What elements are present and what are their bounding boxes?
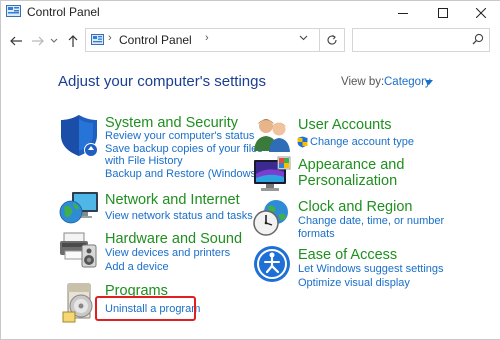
hardware-and-sound-link[interactable]: Hardware and Sound — [105, 231, 242, 247]
up-button[interactable] — [65, 33, 81, 49]
view-devices-printers-link[interactable]: View devices and printers — [105, 247, 230, 259]
back-button[interactable] — [8, 33, 24, 49]
review-status-link[interactable]: Review your computer's status — [105, 130, 254, 142]
shield-icon[interactable] — [58, 113, 100, 157]
close-button[interactable] — [462, 0, 500, 26]
forward-arrow-icon — [32, 36, 44, 46]
search-icon[interactable] — [472, 33, 484, 45]
appearance-personalization-link-line2[interactable]: Personalization — [298, 173, 397, 189]
view-by-chevron-icon[interactable] — [425, 80, 433, 85]
change-date-time-link[interactable]: Change date, time, or number — [298, 215, 444, 227]
users-icon[interactable] — [252, 115, 292, 153]
page-heading: Adjust your computer's settings — [58, 73, 266, 90]
change-account-type-link[interactable]: Change account type — [310, 136, 414, 148]
uac-shield-icon — [297, 136, 308, 148]
windows-suggest-settings-link[interactable]: Let Windows suggest settings — [298, 263, 444, 275]
optimize-visual-display-link[interactable]: Optimize visual display — [298, 277, 410, 289]
system-and-security-link[interactable]: System and Security — [105, 115, 238, 131]
user-accounts-link[interactable]: User Accounts — [298, 117, 392, 133]
maximize-button[interactable] — [424, 0, 462, 26]
search-input[interactable] — [357, 31, 471, 49]
appearance-personalization-link[interactable]: Appearance and — [298, 157, 404, 173]
save-backup-link-line2[interactable]: with File History — [105, 155, 183, 167]
save-backup-link[interactable]: Save backup copies of your files — [105, 143, 263, 155]
monitor-palette-icon[interactable] — [252, 156, 292, 196]
view-network-status-link[interactable]: View network status and tasks — [105, 210, 253, 222]
title-bar: Control Panel — [0, 0, 500, 26]
forward-button[interactable] — [30, 33, 46, 49]
minimize-icon — [398, 13, 408, 14]
breadcrumb-separator-icon[interactable]: › — [205, 32, 209, 44]
refresh-icon — [327, 35, 337, 45]
refresh-button[interactable] — [320, 28, 345, 52]
programs-disc-icon[interactable] — [58, 280, 100, 324]
up-arrow-icon — [68, 35, 78, 47]
clock-and-region-link[interactable]: Clock and Region — [298, 199, 412, 215]
clock-globe-icon[interactable] — [252, 198, 292, 238]
backup-restore-link[interactable]: Backup and Restore (Windows 7) — [105, 168, 269, 180]
add-device-link[interactable]: Add a device — [105, 261, 169, 273]
recent-locations-button[interactable] — [49, 33, 59, 49]
control-panel-app-icon — [6, 5, 21, 17]
search-box[interactable] — [352, 28, 490, 52]
view-by-dropdown[interactable]: Category — [384, 76, 431, 88]
network-globe-icon[interactable] — [58, 186, 100, 228]
navigation-bar: › Control Panel › — [0, 26, 500, 56]
change-date-time-link-line2[interactable]: formats — [298, 228, 335, 240]
control-panel-icon — [91, 34, 104, 45]
uninstall-highlight-box — [95, 296, 196, 321]
maximize-icon — [438, 8, 448, 18]
address-bar[interactable]: › Control Panel › — [85, 28, 320, 52]
minimize-button[interactable] — [384, 0, 422, 26]
network-and-internet-link[interactable]: Network and Internet — [105, 192, 240, 208]
window-title: Control Panel — [27, 5, 100, 19]
close-icon — [476, 8, 486, 18]
back-arrow-icon — [10, 36, 22, 46]
breadcrumb-separator-icon[interactable]: › — [108, 32, 112, 44]
address-dropdown-icon[interactable] — [299, 35, 308, 41]
printer-speaker-icon[interactable] — [58, 229, 100, 269]
view-by-label: View by: — [341, 76, 385, 88]
ease-of-access-icon[interactable] — [252, 244, 292, 284]
breadcrumb-control-panel[interactable]: Control Panel — [119, 33, 192, 47]
ease-of-access-link[interactable]: Ease of Access — [298, 247, 397, 263]
chevron-down-icon — [50, 38, 58, 43]
